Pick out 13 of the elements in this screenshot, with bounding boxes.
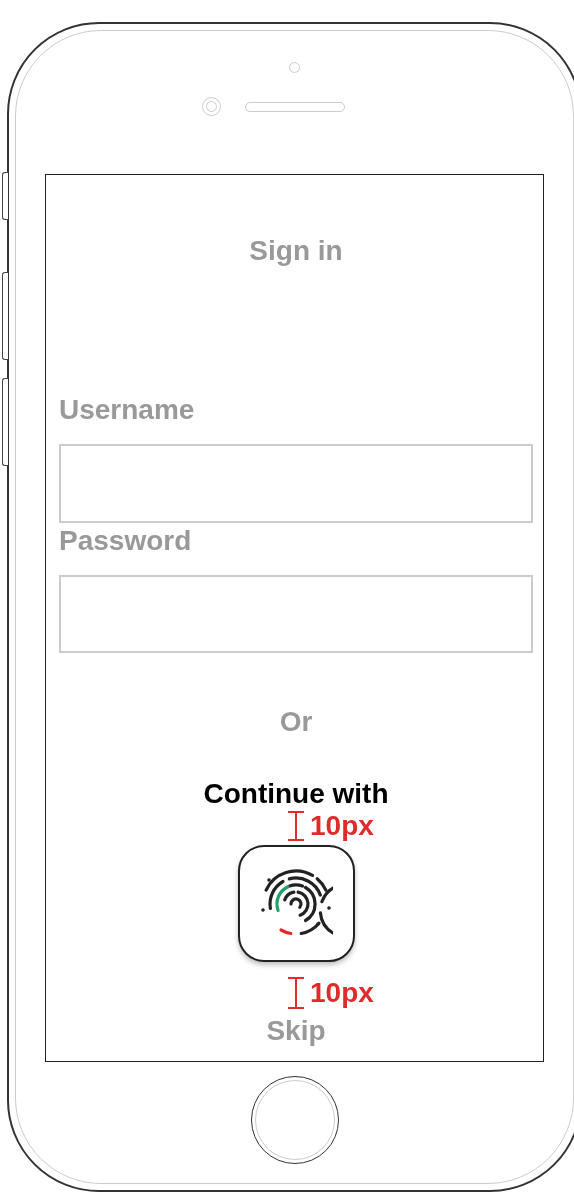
screen-title: Sign in [248, 234, 344, 268]
spacing-marker [288, 811, 304, 841]
field-label: Password [59, 524, 193, 558]
fingerprint-button[interactable] [237, 845, 355, 962]
spacing-marker [288, 977, 304, 1009]
divider-text: Or [279, 705, 313, 739]
input-field[interactable] [59, 575, 533, 653]
input-field[interactable] [59, 444, 533, 523]
skip-link[interactable]: Skip [266, 1014, 326, 1048]
spacing-annotation: 10px [310, 811, 374, 841]
spacing-annotation: 10px [310, 978, 374, 1008]
continue-label: Continue with [203, 777, 389, 811]
field-label: Username [59, 393, 196, 427]
